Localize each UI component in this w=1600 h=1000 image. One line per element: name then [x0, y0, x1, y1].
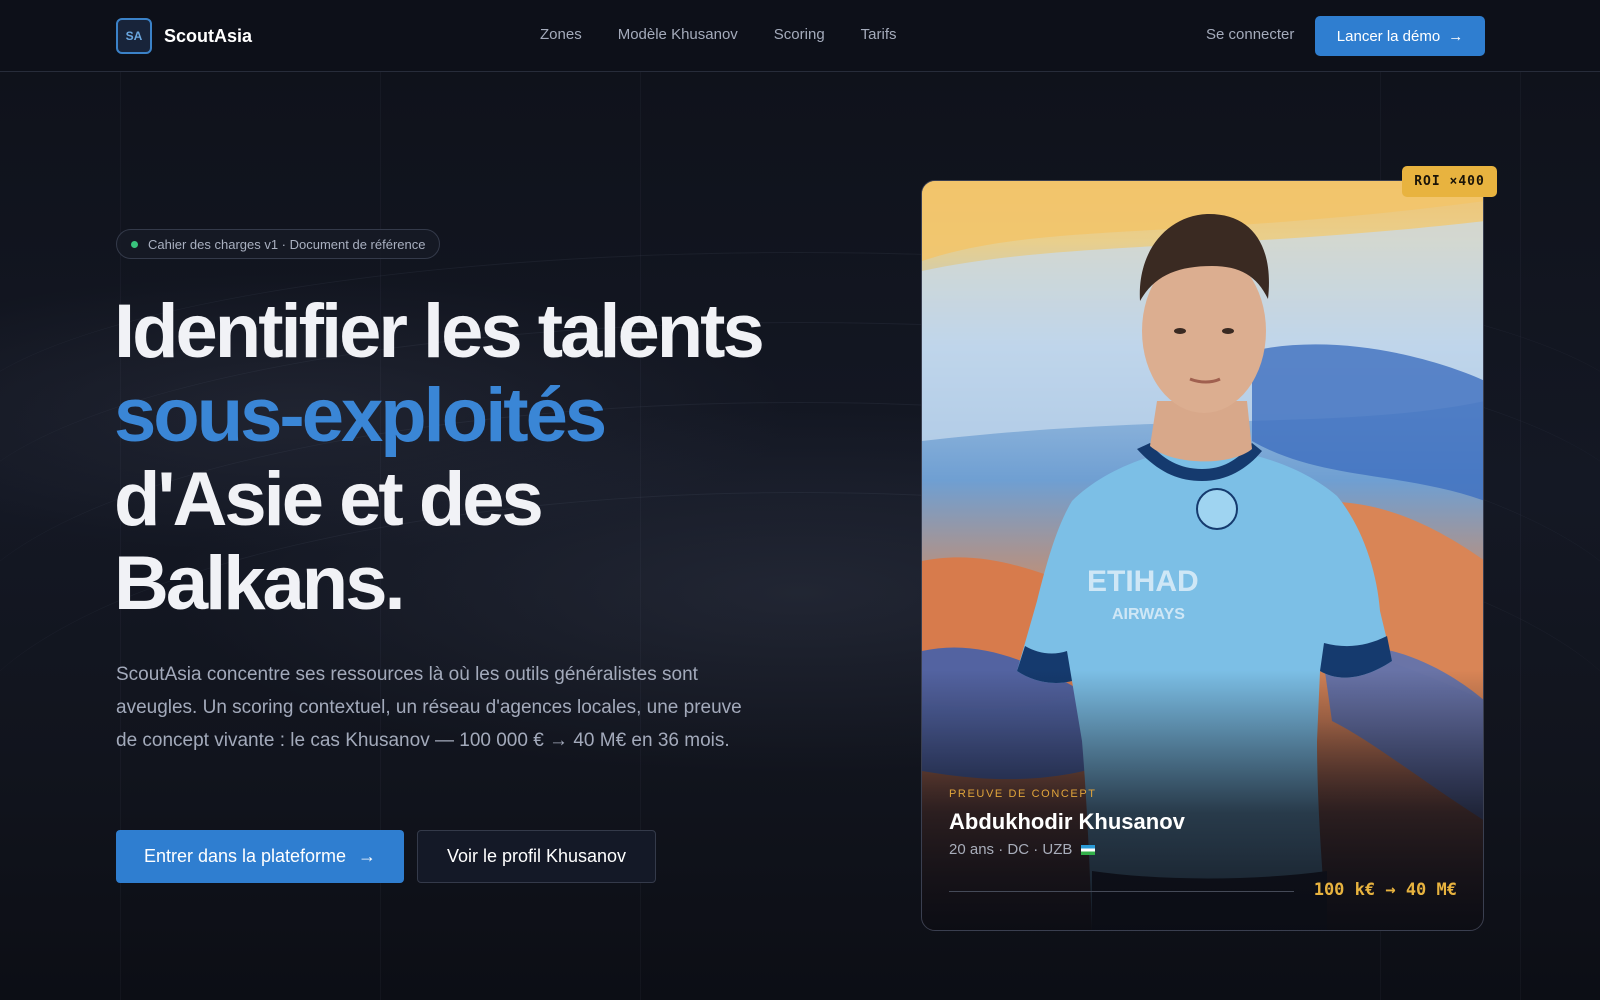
player-meta: 20 ans · DC · UZB	[949, 841, 1095, 858]
nav-item-modele-khusanov[interactable]: Modèle Khusanov	[618, 26, 738, 43]
enter-platform-label: Entrer dans la plateforme	[143, 846, 347, 866]
main-nav: Zones Modèle Khusanov Scoring Tarifs	[540, 26, 897, 43]
player-card[interactable]: ETIHAD AIRWAYS PREUVE DE CONCEPT Abdukho…	[921, 180, 1484, 931]
hero-title-accent: sous-exploités	[114, 373, 607, 458]
hero-lead: ScoutAsia concentre ses ressources là où…	[116, 664, 742, 751]
svg-text:ETIHAD: ETIHAD	[1087, 565, 1199, 598]
launch-demo-button[interactable]: Lancer la démo →	[1315, 16, 1485, 56]
hero-title-line3: d'Asie et des	[114, 457, 544, 542]
card-eyebrow: PREUVE DE CONCEPT	[949, 788, 1097, 800]
top-navbar: SA ScoutAsia Zones Modèle Khusanov Scori…	[0, 0, 1600, 72]
nav-item-tarifs[interactable]: Tarifs	[861, 26, 897, 43]
player-name: Abdukhodir Khusanov	[949, 809, 1185, 834]
brand-logo[interactable]: SA ScoutAsia	[116, 18, 252, 54]
nav-item-scoring[interactable]: Scoring	[774, 26, 825, 43]
hero-title: Identifier les talents sous-exploités d'…	[114, 290, 834, 626]
status-dot-icon	[131, 240, 138, 248]
brand-name: ScoutAsia	[164, 25, 253, 46]
document-pill-text: Cahier des charges v1 · Document de réfé…	[148, 236, 426, 252]
uzbekistan-flag-icon	[1080, 845, 1095, 855]
view-profile-label: Voir le profil Khusanov	[446, 846, 627, 866]
enter-platform-button[interactable]: Entrer dans la plateforme →	[116, 830, 404, 883]
hero-title-line4: Balkans.	[114, 541, 406, 626]
roi-badge: ROI ×400	[1402, 166, 1497, 197]
view-profile-button[interactable]: Voir le profil Khusanov	[417, 830, 656, 883]
svg-text:AIRWAYS: AIRWAYS	[1112, 606, 1185, 623]
arrow-right-icon: →	[1448, 27, 1464, 45]
player-meta-text: 20 ans · DC · UZB	[949, 841, 1073, 858]
value-range: 100 k€ → 40 M€	[1313, 880, 1457, 900]
card-divider	[949, 891, 1294, 892]
arrow-right-icon: →	[358, 846, 377, 866]
document-pill: Cahier des charges v1 · Document de réfé…	[116, 229, 441, 259]
logo-badge: SA	[116, 18, 152, 54]
nav-item-zones[interactable]: Zones	[540, 26, 582, 43]
hero-title-line1: Identifier les talents	[114, 289, 765, 374]
signin-link[interactable]: Se connecter	[1206, 26, 1294, 43]
launch-demo-label: Lancer la démo	[1336, 27, 1441, 45]
